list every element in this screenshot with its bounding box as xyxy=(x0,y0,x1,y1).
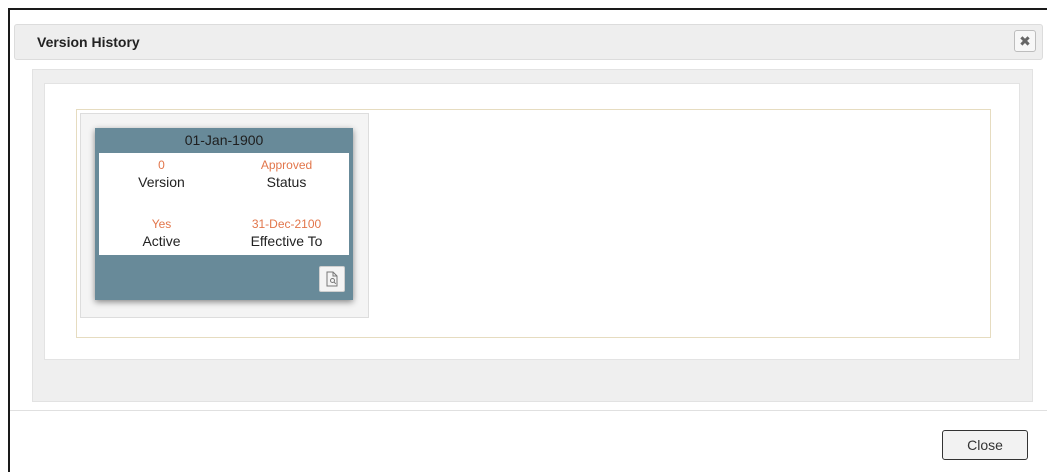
close-button[interactable]: Close xyxy=(942,430,1028,460)
version-card-body: 0 Version Approved Status Yes Active 31-… xyxy=(99,153,349,255)
effective-to-cell: 31-Dec-2100 Effective To xyxy=(224,216,349,250)
status-value: Approved xyxy=(260,158,313,172)
dialog-title: Version History xyxy=(37,34,140,50)
version-card-wrapper: 01-Jan-1900 0 Version Approved Status Ye… xyxy=(80,113,369,318)
version-value: 0 xyxy=(158,158,165,172)
status-cell: Approved Status xyxy=(224,157,349,191)
effective-to-label: Effective To xyxy=(250,233,323,249)
footer-divider xyxy=(10,410,1047,411)
version-label: Version xyxy=(138,174,185,190)
dialog-body: 01-Jan-1900 0 Version Approved Status Ye… xyxy=(32,69,1033,402)
document-preview-icon xyxy=(326,271,338,287)
active-value: Yes xyxy=(151,217,172,231)
dialog-titlebar: Version History ✖ xyxy=(14,24,1043,60)
version-card[interactable]: 01-Jan-1900 0 Version Approved Status Ye… xyxy=(95,128,353,300)
dialog-content-panel: 01-Jan-1900 0 Version Approved Status Ye… xyxy=(44,83,1020,360)
effective-to-value: 31-Dec-2100 xyxy=(251,217,322,231)
active-cell: Yes Active xyxy=(99,216,224,250)
active-label: Active xyxy=(142,233,181,249)
version-cell: 0 Version xyxy=(99,157,224,191)
close-icon[interactable]: ✖ xyxy=(1014,30,1036,52)
version-cards-area: 01-Jan-1900 0 Version Approved Status Ye… xyxy=(76,109,991,338)
version-history-dialog: Version History ✖ 01-Jan-1900 0 Version xyxy=(8,8,1047,472)
status-label: Status xyxy=(266,174,307,190)
view-version-button[interactable] xyxy=(319,266,345,292)
version-date: 01-Jan-1900 xyxy=(184,132,264,148)
